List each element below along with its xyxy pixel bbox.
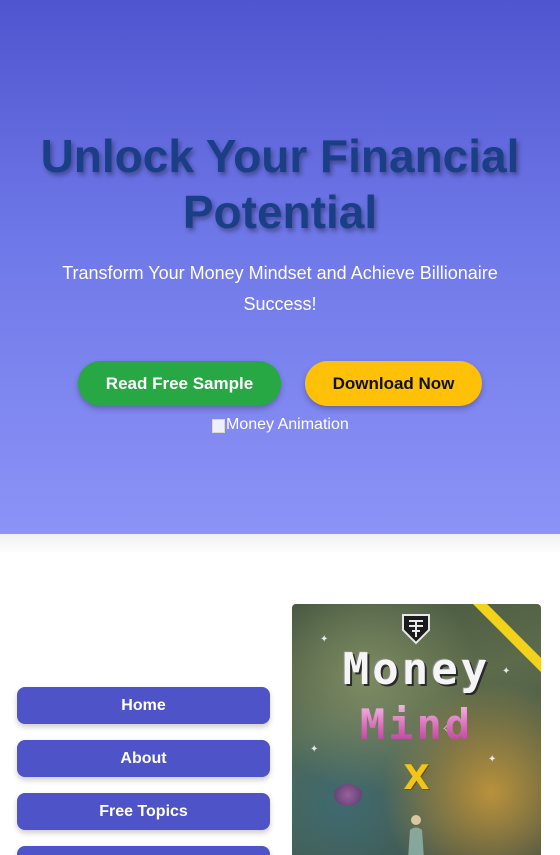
nav-next-button[interactable] bbox=[17, 846, 270, 855]
brain-illustration bbox=[334, 784, 362, 806]
section-divider-shadow bbox=[0, 534, 560, 554]
hero-title: Unlock Your Financial Potential bbox=[40, 130, 520, 238]
hero-subtitle: Transform Your Money Mindset and Achieve… bbox=[62, 263, 498, 314]
read-free-sample-button[interactable]: Read Free Sample bbox=[78, 361, 281, 406]
person-silhouette bbox=[408, 815, 424, 855]
nav-free-topics-button[interactable]: Free Topics bbox=[17, 793, 270, 830]
cover-title-x: X bbox=[403, 758, 430, 798]
nav-home-button[interactable]: Home bbox=[17, 687, 270, 724]
cover-logo-icon bbox=[402, 614, 430, 645]
money-animation-alt-text: Money Animation bbox=[226, 416, 349, 433]
money-animation-image: Money Animation bbox=[211, 416, 349, 434]
broken-image-icon bbox=[211, 418, 225, 433]
cover-title-money: Money bbox=[342, 644, 491, 695]
nav-about-button[interactable]: About bbox=[17, 740, 270, 777]
cover-title-mind: Mind bbox=[292, 700, 541, 749]
download-now-button[interactable]: Download Now bbox=[305, 361, 482, 406]
hero-section: Unlock Your Financial Potential Transfor… bbox=[0, 0, 560, 534]
book-cover-image: ✦ ✦ ✦ ✦ ✧ Money Mind X bbox=[292, 604, 541, 855]
